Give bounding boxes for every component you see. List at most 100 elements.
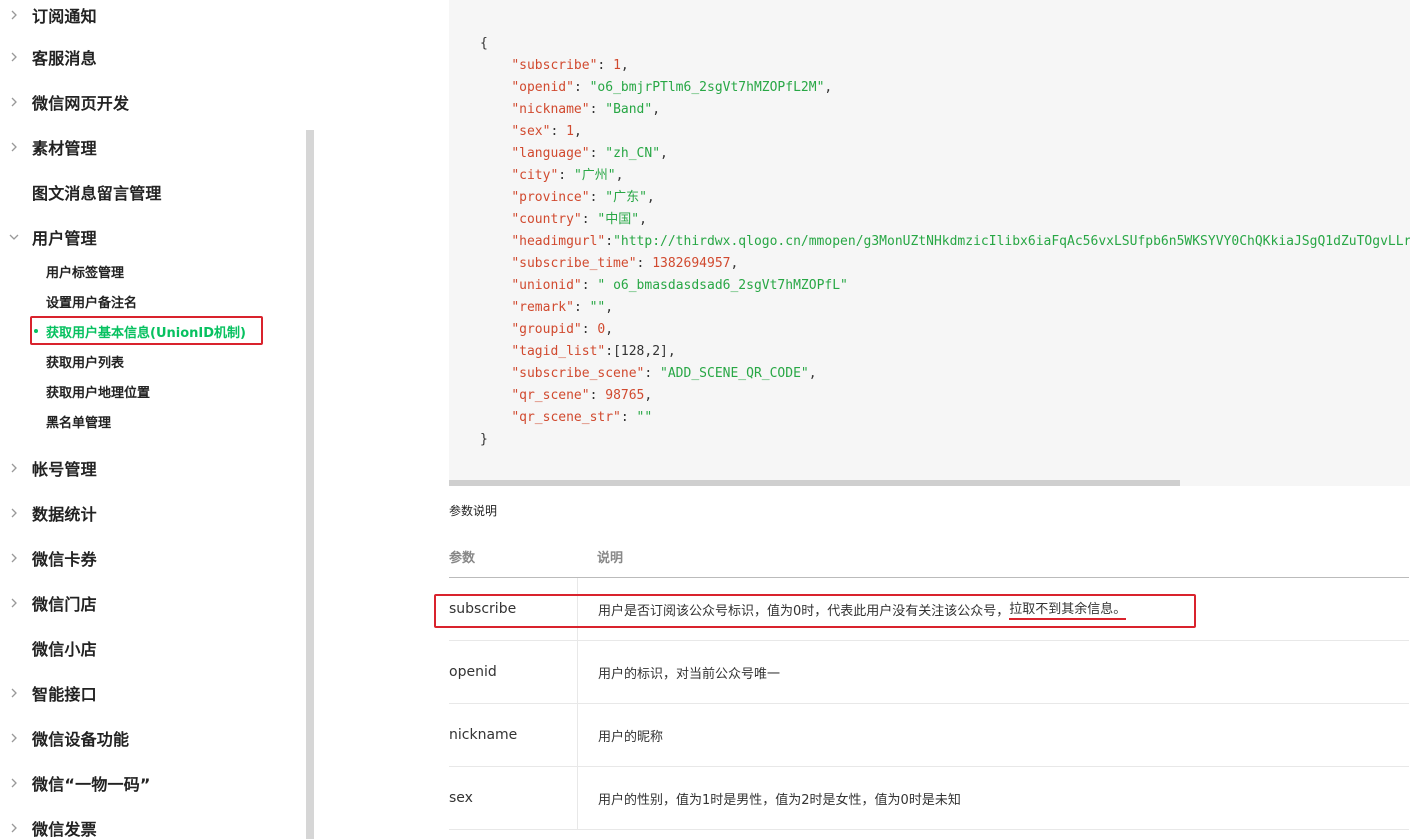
code-trailing-comma: , (620, 58, 629, 73)
code-line: "subscribe_time": 1382694957, (480, 253, 1410, 275)
code-key: "subscribe_scene" (511, 366, 645, 381)
code-separator: : (589, 146, 606, 161)
param-desc-text: 用户的性别，值为1时是男性，值为2时是女性，值为0时是未知 (598, 792, 961, 808)
code-line: "qr_scene": 98765, (480, 385, 1410, 407)
code-key: "province" (511, 190, 590, 205)
code-line: "sex": 1, (480, 121, 1410, 143)
code-trailing-comma: , (660, 146, 668, 161)
code-separator: : (589, 102, 606, 117)
code-separator: : (573, 300, 590, 315)
code-trailing-comma: , (573, 124, 582, 139)
code-key: "sex" (511, 124, 551, 139)
sidebar-subitem[interactable]: 获取用户列表 (46, 350, 124, 372)
code-trailing-comma: , (639, 212, 647, 227)
chevron-right-icon[interactable] (7, 551, 21, 565)
json-response-sample: { "subscribe": 1, "openid": "o6_bmjrPTlm… (480, 33, 1410, 451)
code-key: "headimgurl" (511, 234, 606, 249)
code-line: "headimgurl":"http://thirdwx.qlogo.cn/mm… (480, 231, 1410, 253)
sidebar-item-label: 微信设备功能 (32, 730, 130, 749)
sidebar-subitem[interactable]: 获取用户地理位置 (46, 380, 150, 402)
sidebar-item[interactable]: 订阅通知 (0, 0, 300, 30)
code-separator: : (581, 212, 598, 227)
code-value: [128,2] (613, 344, 668, 359)
sidebar-item[interactable]: 客服消息 (0, 42, 300, 72)
code-trailing-comma: , (644, 388, 653, 403)
sidebar-item[interactable]: 微信发票 (0, 813, 300, 839)
table-row: openid 用户的标识，对当前公众号唯一 (449, 641, 1409, 704)
code-line: "nickname": "Band", (480, 99, 1410, 121)
code-separator: : (636, 256, 653, 271)
chevron-right-icon[interactable] (7, 461, 21, 475)
code-value: " o6_bmasdasdsad6_2sgVt7hMZOPfL" (597, 278, 848, 293)
chevron-right-icon[interactable] (7, 731, 21, 745)
sidebar-item[interactable]: 素材管理 (0, 132, 300, 162)
sidebar-item[interactable]: 帐号管理 (0, 453, 300, 483)
sidebar-item-label: 微信小店 (32, 640, 97, 659)
chevron-right-icon[interactable] (7, 821, 21, 835)
code-value: "zh_CN" (605, 146, 661, 161)
sidebar-item-label: 数据统计 (32, 505, 97, 524)
code-line: "province": "广东", (480, 187, 1410, 209)
sidebar-item[interactable]: 微信设备功能 (0, 723, 300, 753)
code-key: "subscribe_time" (511, 256, 637, 271)
code-key: "city" (511, 168, 559, 183)
code-line: "subscribe_scene": "ADD_SCENE_QR_CODE", (480, 363, 1410, 385)
chevron-down-icon[interactable] (7, 230, 21, 244)
sidebar-subitem[interactable]: 用户标签管理 (46, 260, 124, 282)
column-divider (577, 704, 578, 766)
sidebar-item-label: 帐号管理 (32, 460, 97, 479)
code-separator: : (605, 344, 614, 359)
param-desc-cell: 用户的性别，值为1时是男性，值为2时是女性，值为0时是未知 (598, 767, 961, 829)
table-row: nickname 用户的昵称 (449, 704, 1409, 767)
sidebar-item[interactable]: 微信小店 (0, 633, 300, 663)
code-trailing-comma: , (605, 300, 614, 315)
code-key: "subscribe" (511, 58, 598, 73)
sidebar-item[interactable]: 微信卡券 (0, 543, 300, 573)
chevron-right-icon[interactable] (7, 596, 21, 610)
column-divider (577, 641, 578, 703)
chevron-right-icon[interactable] (7, 50, 21, 64)
chevron-right-icon[interactable] (7, 506, 21, 520)
sidebar-item-label: 微信卡券 (32, 550, 97, 569)
chevron-right-icon[interactable] (7, 95, 21, 109)
sidebar-item[interactable]: 微信网页开发 (0, 87, 300, 117)
sidebar-item[interactable]: 用户管理 (0, 222, 300, 252)
chevron-right-icon[interactable] (7, 8, 21, 22)
code-separator: : (589, 190, 606, 205)
code-separator: : (550, 124, 567, 139)
sidebar-subitem[interactable]: 设置用户备注名 (46, 290, 137, 312)
code-key: "country" (511, 212, 582, 227)
sidebar-item[interactable]: 数据统计 (0, 498, 300, 528)
code-trailing-comma: , (652, 102, 661, 117)
sidebar-item[interactable]: 智能接口 (0, 678, 300, 708)
sidebar-item-label: 客服消息 (32, 49, 97, 68)
code-separator: : (573, 80, 590, 95)
code-line: "tagid_list":[128,2], (480, 341, 1410, 363)
sidebar-item-label: 微信网页开发 (32, 94, 130, 113)
code-separator: : (597, 58, 614, 73)
code-separator: : (620, 410, 637, 425)
code-line: "language": "zh_CN", (480, 143, 1410, 165)
code-line: "unionid": " o6_bmasdasdsad6_2sgVt7hMZOP… (480, 275, 1410, 297)
chevron-right-icon[interactable] (7, 686, 21, 700)
param-desc-text: 用户的昵称 (598, 729, 664, 745)
sidebar-item-label: 订阅通知 (32, 7, 97, 26)
chevron-right-icon[interactable] (7, 140, 21, 154)
sidebar-item[interactable]: 微信门店 (0, 588, 300, 618)
sidebar-item[interactable]: 图文消息留言管理 (0, 177, 300, 207)
code-horizontal-scrollbar[interactable] (449, 480, 1180, 486)
code-line: "remark": "", (480, 297, 1410, 319)
chevron-right-icon[interactable] (7, 776, 21, 790)
sidebar-item[interactable]: 微信“一物一码” (0, 768, 300, 798)
sidebar-nav: 订阅通知客服消息微信网页开发素材管理图文消息留言管理 用户管理帐号管理数据统计微信… (0, 0, 306, 839)
code-line: "subscribe": 1, (480, 55, 1410, 77)
sidebar-scrollbar[interactable] (306, 130, 314, 839)
column-divider (577, 767, 578, 829)
code-trailing-comma: , (730, 256, 739, 271)
code-line: "qr_scene_str": "" (480, 407, 1410, 429)
param-name-cell: sex (449, 790, 473, 806)
sidebar-subitem[interactable]: 黑名单管理 (46, 410, 111, 432)
code-key: "remark" (511, 300, 574, 315)
param-desc-cell: 用户的昵称 (598, 704, 663, 766)
code-trailing-comma: , (808, 366, 817, 381)
